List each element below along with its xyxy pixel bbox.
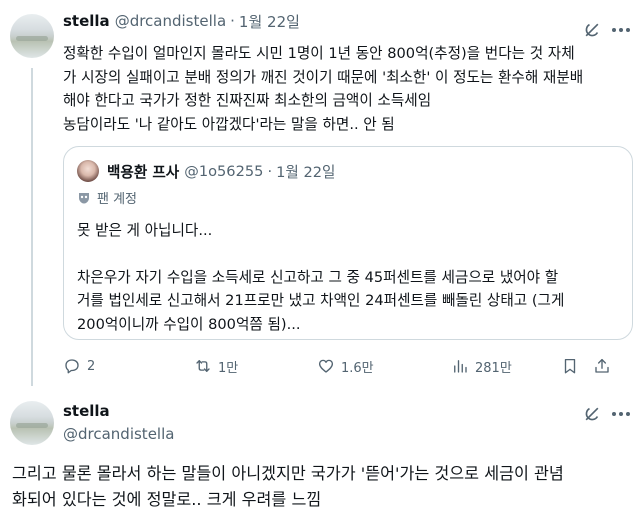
repost-icon xyxy=(196,360,210,372)
post-text-line: 해야 한다고 국가가 정한 진짜진짜 최소한의 금액이 소득세임 xyxy=(63,92,432,109)
author-name[interactable]: stella xyxy=(63,12,110,30)
avatar[interactable] xyxy=(10,14,54,58)
like-count: 1.6만 xyxy=(341,360,374,376)
avatar[interactable] xyxy=(10,401,54,445)
heart-icon xyxy=(318,359,334,373)
quoted-post-date: 1월 22일 xyxy=(276,163,336,181)
post-text: 정확한 수입이 얼마인지 몰라도 시민 1명이 1년 동안 800억(추정)을 … xyxy=(63,42,635,136)
more-icon[interactable] xyxy=(612,20,630,40)
quoted-avatar[interactable] xyxy=(77,160,99,182)
reply-button[interactable]: 2 xyxy=(63,355,95,377)
account-label-text: 팬 계정 xyxy=(97,192,138,207)
repost-button[interactable]: 1만 xyxy=(194,355,238,377)
quoted-text-line: 거를 법인세로 신고해서 21프로만 냈고 차액인 24퍼센트를 빼돌린 상태고… xyxy=(77,292,565,309)
post-text-line: 화되어 있다는 것에 정말로.. 크게 우려를 느낌 xyxy=(12,490,322,509)
action-bar: 2 1만 1.6만 281만 xyxy=(63,355,633,377)
more-icon[interactable] xyxy=(612,404,630,424)
post-date[interactable]: 1월 22일 xyxy=(239,11,300,32)
post-header: stella @drcandistella · 1월 22일 xyxy=(63,10,300,32)
quoted-author-name: 백용환 프사 xyxy=(107,163,180,181)
post-text-line: 농담이라도 '나 같아도 아깝겠다'라는 말을 하면.. 안 됨 xyxy=(63,115,395,133)
share-icon[interactable] xyxy=(593,357,611,375)
separator-dot: · xyxy=(267,162,273,180)
separator-dot: · xyxy=(230,12,235,30)
quoted-post-card[interactable]: 백용환 프사 @1o56255 · 1월 22일 팬 계정 못 받은 게 아닙니… xyxy=(63,146,633,340)
post-text: 그리고 물론 몰라서 하는 말들이 아니겠지만 국가가 '뜯어'가는 것으로 세… xyxy=(12,461,634,513)
thread-connector-line xyxy=(31,68,33,386)
quoted-post-header: 백용환 프사 @1o56255 · 1월 22일 xyxy=(107,160,335,182)
reply-count: 2 xyxy=(87,358,96,374)
post-text-line: 정확한 수입이 얼마인지 몰라도 시민 1명이 1년 동안 800억(추정)을 … xyxy=(63,45,575,62)
reply-icon xyxy=(65,359,79,374)
quoted-text-line: 200억이니까 수입이 800억쯤 됨)... xyxy=(77,315,301,333)
post-text-line: 그리고 물론 몰라서 하는 말들이 아니겠지만 국가가 '뜯어'가는 것으로 세… xyxy=(12,464,564,483)
author-name[interactable]: stella xyxy=(63,402,110,420)
views-count: 281만 xyxy=(475,360,512,376)
grok-icon[interactable] xyxy=(582,404,602,424)
mask-icon xyxy=(79,192,89,203)
quoted-text-line: 못 받은 게 아닙니다... xyxy=(77,222,213,239)
views-chart-icon xyxy=(454,360,467,373)
repost-count: 1만 xyxy=(218,360,239,376)
account-label: 팬 계정 xyxy=(77,188,137,207)
bookmark-icon[interactable] xyxy=(561,357,579,375)
views-button[interactable]: 281만 xyxy=(451,355,512,377)
quoted-text-line: 차은우가 자기 수입을 소득세로 신고하고 그 중 45퍼센트를 세금으로 냈어… xyxy=(77,268,559,286)
author-handle[interactable]: @drcandistella xyxy=(115,12,226,30)
author-handle[interactable]: @drcandistella xyxy=(63,425,174,443)
quoted-post-text: 못 받은 게 아닙니다... 차은우가 자기 수입을 소득세로 신고하고 그 중… xyxy=(77,219,627,336)
like-button[interactable]: 1.6만 xyxy=(317,355,374,377)
post-text-line: 가 시장의 실패이고 분배 정의가 깨진 것이기 때문에 '최소한' 이 정도는… xyxy=(63,68,584,86)
quoted-author-handle: @1o56255 xyxy=(184,162,264,180)
grok-icon[interactable] xyxy=(582,20,602,40)
